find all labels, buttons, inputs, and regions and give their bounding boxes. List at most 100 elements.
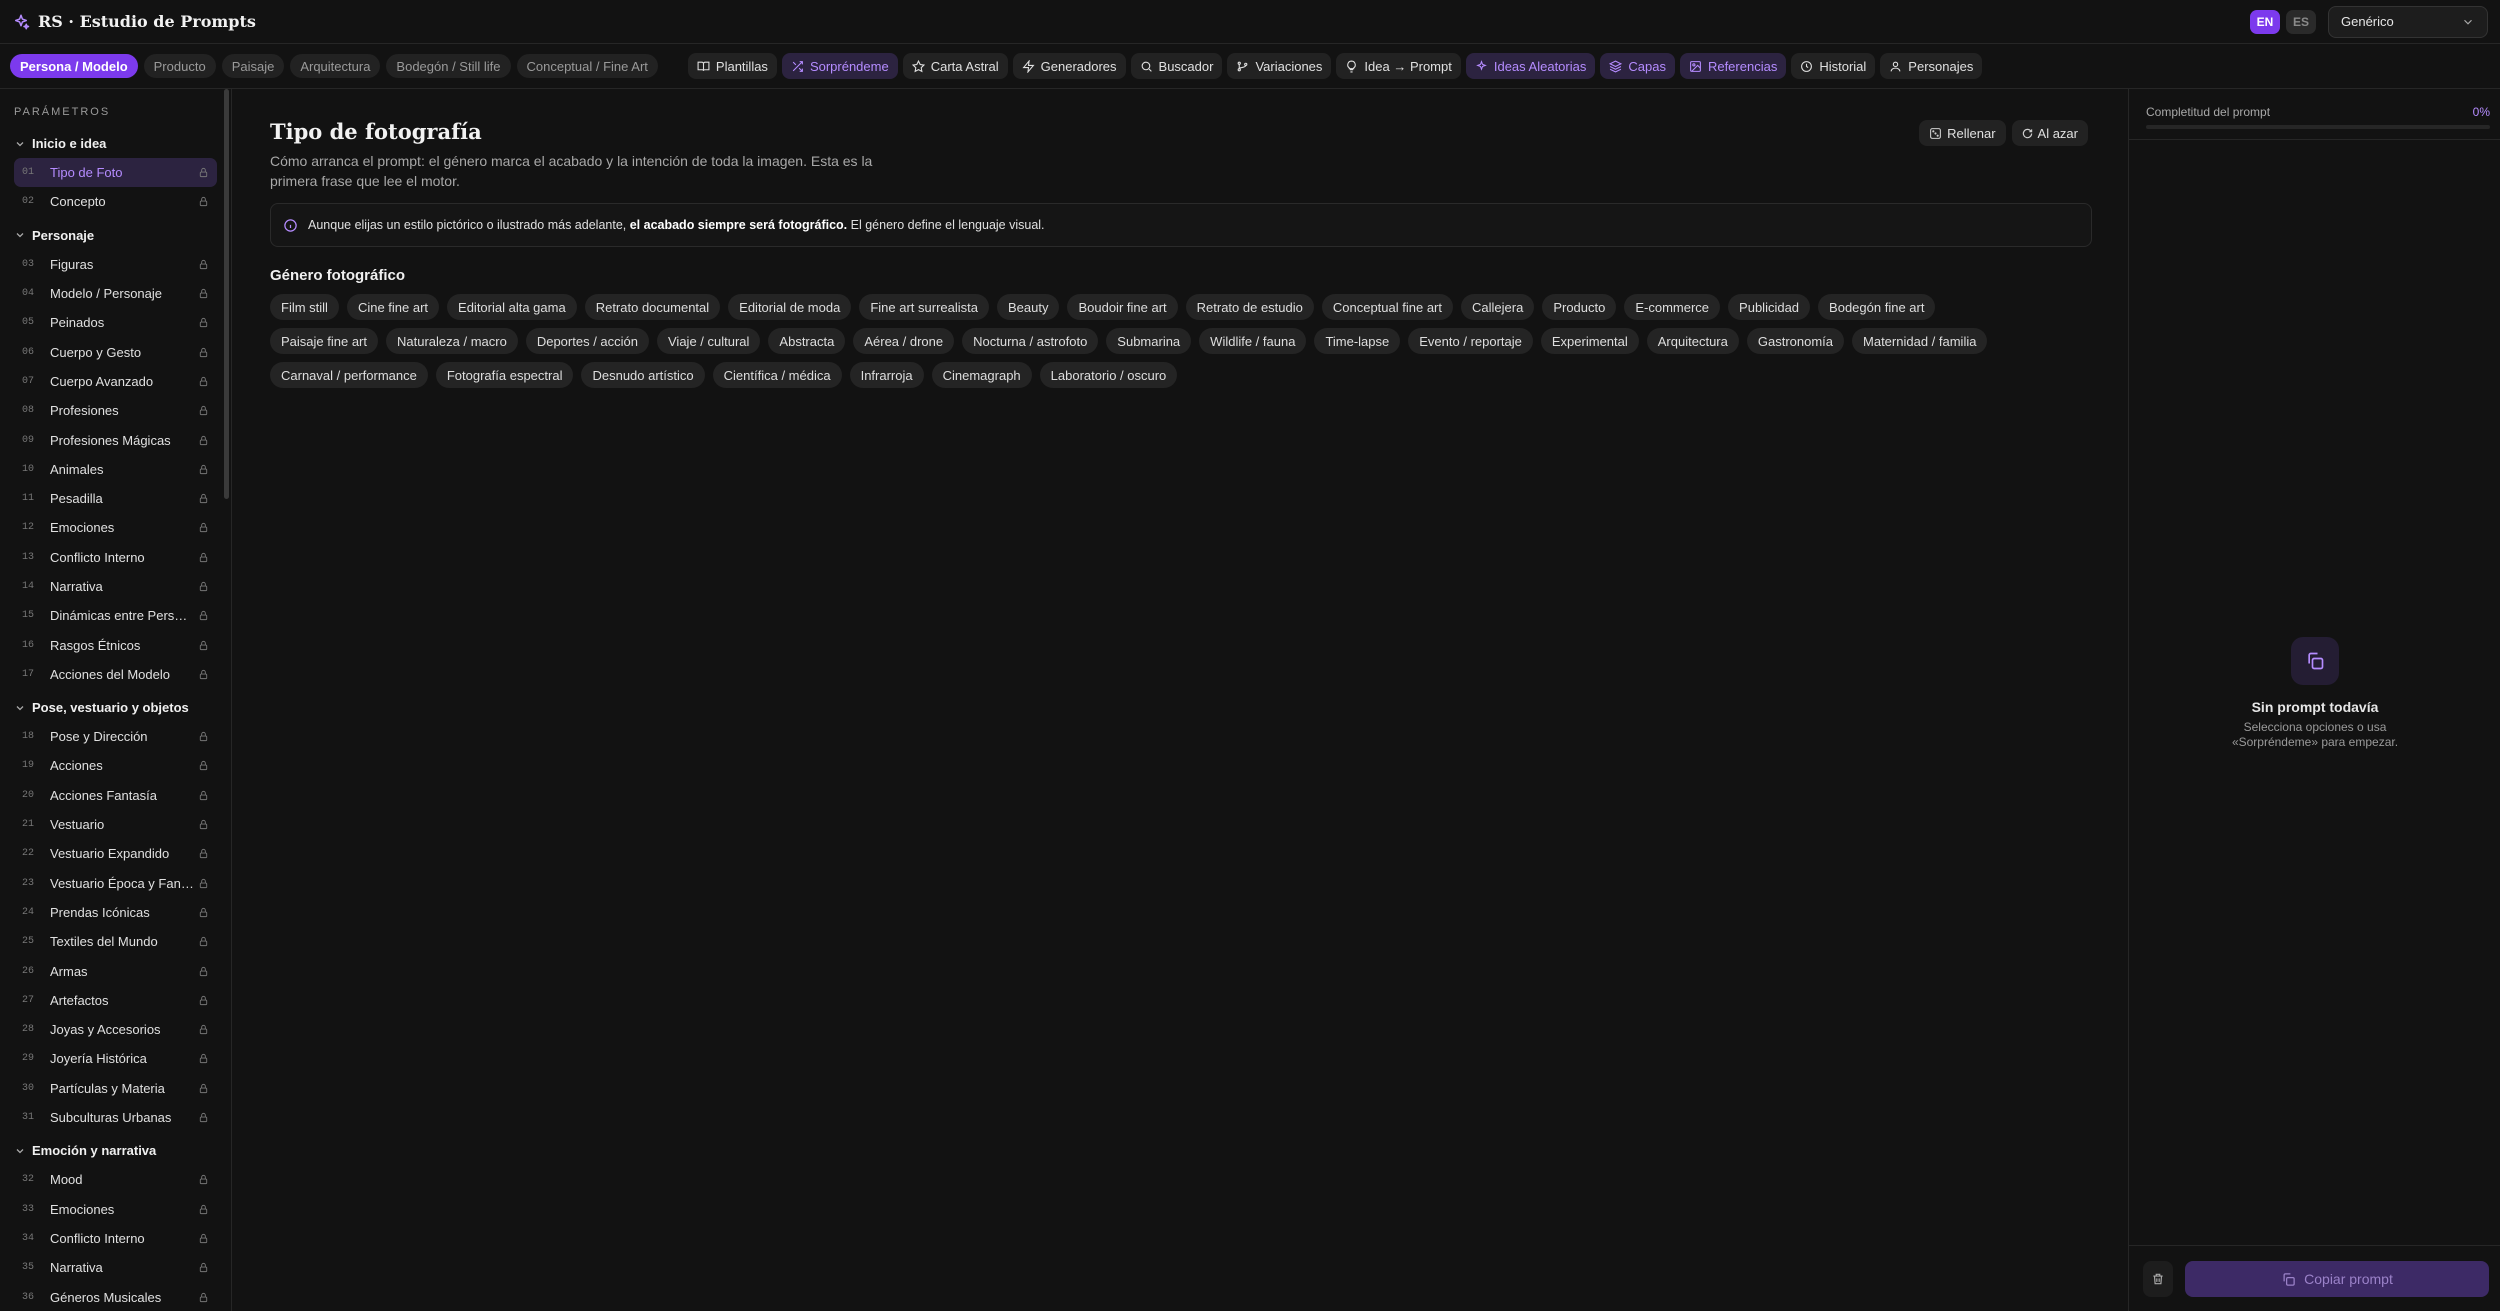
lock-icon[interactable] [198, 435, 209, 446]
sidebar-item[interactable]: 07 Cuerpo Avanzado [14, 367, 217, 396]
sidebar-item[interactable]: 01 Tipo de Foto [14, 158, 217, 188]
sidebar-item[interactable]: 36 Géneros Musicales [14, 1282, 217, 1311]
genre-chip[interactable]: Científica / médica [712, 362, 842, 388]
sidebar-item[interactable]: 05 Peinados [14, 308, 217, 337]
lock-icon[interactable] [198, 1233, 209, 1244]
sidebar-item[interactable]: 22 Vestuario Expandido [14, 839, 217, 868]
lock-icon[interactable] [198, 552, 209, 563]
sidebar-item[interactable]: 20 Acciones Fantasía [14, 781, 217, 810]
lock-icon[interactable] [198, 848, 209, 859]
genre-chip[interactable]: Cinemagraph [931, 362, 1032, 388]
clear-button[interactable] [2143, 1261, 2173, 1297]
buscador-button[interactable]: Buscador [1130, 53, 1223, 79]
sidebar-item[interactable]: 10 Animales [14, 455, 217, 484]
lock-icon[interactable] [198, 907, 209, 918]
genre-chip[interactable]: Laboratorio / oscuro [1039, 362, 1178, 388]
genre-chip[interactable]: Film still [270, 294, 339, 320]
sidebar-item[interactable]: 03 Figuras [14, 250, 217, 279]
genre-chip[interactable]: Editorial de moda [728, 294, 852, 320]
sidebar-item[interactable]: 09 Profesiones Mágicas [14, 425, 217, 454]
sidebar-item[interactable]: 02 Concepto [14, 187, 217, 216]
sidebar-item[interactable]: 34 Conflicto Interno [14, 1224, 217, 1253]
lock-icon[interactable] [198, 1204, 209, 1215]
sidebar-item[interactable]: 15 Dinámicas entre Personajes [14, 601, 217, 630]
lock-icon[interactable] [198, 1053, 209, 1064]
genre-chip[interactable]: Naturaleza / macro [386, 328, 518, 354]
lock-icon[interactable] [198, 610, 209, 621]
lock-icon[interactable] [198, 522, 209, 533]
plantillas-button[interactable]: Plantillas [687, 53, 777, 79]
lock-icon[interactable] [198, 581, 209, 592]
lock-icon[interactable] [198, 167, 209, 178]
category-producto[interactable]: Producto [143, 54, 216, 78]
sidebar-item[interactable]: 16 Rasgos Étnicos [14, 630, 217, 659]
genre-chip[interactable]: Maternidad / familia [1852, 328, 1988, 354]
referencias-button[interactable]: Referencias [1679, 53, 1787, 79]
genre-chip[interactable]: Fotografía espectral [435, 362, 574, 388]
lock-icon[interactable] [198, 640, 209, 651]
lock-icon[interactable] [198, 731, 209, 742]
genre-chip[interactable]: Gastronomía [1746, 328, 1845, 354]
sidebar-item[interactable]: 19 Acciones [14, 751, 217, 780]
genre-chip[interactable]: Editorial alta gama [447, 294, 577, 320]
lock-icon[interactable] [198, 259, 209, 270]
sidebar-item[interactable]: 25 Textiles del Mundo [14, 927, 217, 956]
sidebar-item[interactable]: 28 Joyas y Accesorios [14, 1015, 217, 1044]
sidebar-item[interactable]: 26 Armas [14, 956, 217, 985]
genre-chip[interactable]: Abstracta [768, 328, 846, 354]
lock-icon[interactable] [198, 936, 209, 947]
generadores-button[interactable]: Generadores [1012, 53, 1126, 79]
genre-chip[interactable]: Publicidad [1728, 294, 1811, 320]
genre-chip[interactable]: Producto [1542, 294, 1617, 320]
lock-icon[interactable] [198, 1262, 209, 1273]
lock-icon[interactable] [198, 288, 209, 299]
sidebar-item[interactable]: 24 Prendas Icónicas [14, 898, 217, 927]
genre-chip[interactable]: Callejera [1461, 294, 1535, 320]
lock-icon[interactable] [198, 790, 209, 801]
genre-chip[interactable]: Desnudo artístico [581, 362, 705, 388]
sidebar-item[interactable]: 21 Vestuario [14, 810, 217, 839]
sidebar-scrollbar[interactable] [224, 89, 229, 499]
category-persona-modelo[interactable]: Persona / Modelo [10, 54, 138, 78]
lang-es-button[interactable]: ES [2286, 9, 2316, 34]
genre-chip[interactable]: Carnaval / performance [270, 362, 428, 388]
capas-button[interactable]: Capas [1600, 53, 1675, 79]
genre-chip[interactable]: Deportes / acción [525, 328, 649, 354]
lock-icon[interactable] [198, 464, 209, 475]
category-bodegon[interactable]: Bodegón / Still life [386, 54, 511, 78]
genre-chip[interactable]: Paisaje fine art [270, 328, 378, 354]
app-logo[interactable]: RS · Estudio de Prompts [12, 12, 256, 31]
fill-button[interactable]: Rellenar [1919, 120, 2006, 146]
category-arquitectura[interactable]: Arquitectura [290, 54, 381, 78]
genre-chip[interactable]: Nocturna / astrofoto [962, 328, 1099, 354]
genre-chip[interactable]: Retrato de estudio [1185, 294, 1314, 320]
sidebar-group-header[interactable]: Inicio e idea [0, 129, 231, 158]
genre-chip[interactable]: Boudoir fine art [1067, 294, 1178, 320]
variaciones-button[interactable]: Variaciones [1227, 53, 1332, 79]
category-paisaje[interactable]: Paisaje [221, 54, 285, 78]
lock-icon[interactable] [198, 1112, 209, 1123]
lock-icon[interactable] [198, 1174, 209, 1185]
genre-chip[interactable]: Retrato documental [584, 294, 721, 320]
sidebar-item[interactable]: 32 Mood [14, 1165, 217, 1194]
random-button[interactable]: Al azar [2011, 120, 2088, 146]
lock-icon[interactable] [198, 669, 209, 680]
ideas-aleatorias-button[interactable]: Ideas Aleatorias [1465, 53, 1596, 79]
lock-icon[interactable] [198, 878, 209, 889]
lang-en-button[interactable]: EN [2250, 9, 2280, 34]
genre-chip[interactable]: Viaje / cultural [657, 328, 761, 354]
lock-icon[interactable] [198, 1083, 209, 1094]
genre-chip[interactable]: Fine art surrealista [859, 294, 989, 320]
sidebar-item[interactable]: 11 Pesadilla [14, 484, 217, 513]
genre-chip[interactable]: Time-lapse [1314, 328, 1401, 354]
sidebar-item[interactable]: 27 Artefactos [14, 986, 217, 1015]
lock-icon[interactable] [198, 1024, 209, 1035]
sidebar-item[interactable]: 33 Emociones [14, 1195, 217, 1224]
lock-icon[interactable] [198, 405, 209, 416]
lock-icon[interactable] [198, 347, 209, 358]
lock-icon[interactable] [198, 995, 209, 1006]
idea-prompt-button[interactable]: Idea → Prompt [1336, 53, 1461, 79]
genre-chip[interactable]: Beauty [996, 294, 1060, 320]
genre-chip[interactable]: Bodegón fine art [1818, 294, 1936, 320]
category-conceptual[interactable]: Conceptual / Fine Art [516, 54, 658, 78]
